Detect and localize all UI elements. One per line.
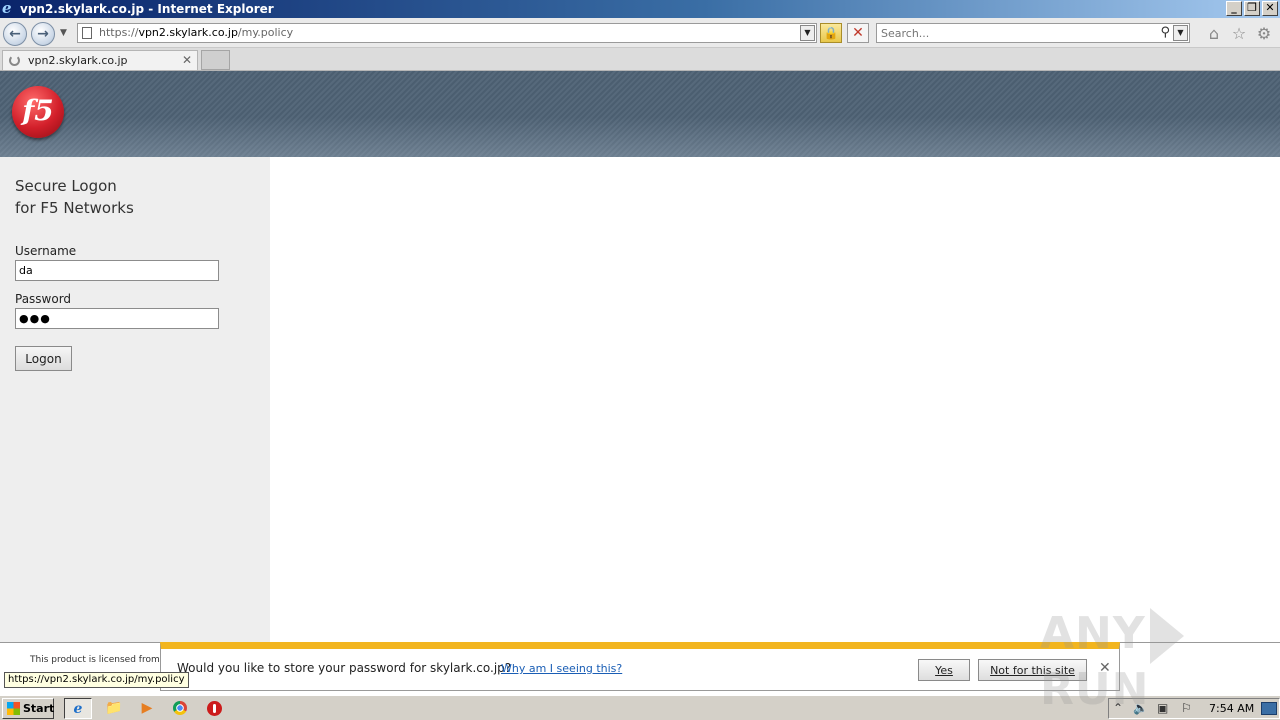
gear-icon[interactable]: ⚙ bbox=[1255, 25, 1273, 43]
f5-logo: f5 bbox=[12, 86, 64, 138]
favorites-star-icon[interactable]: ☆ bbox=[1230, 25, 1248, 43]
close-tab-icon[interactable]: ✕ bbox=[182, 53, 192, 67]
play-icon bbox=[1149, 608, 1184, 664]
status-url-tooltip: https://vpn2.skylark.co.jp/my.policy bbox=[4, 672, 189, 688]
search-input[interactable] bbox=[881, 26, 1151, 40]
address-bar[interactable]: https://vpn2.skylark.co.jp/my.policy ▼ bbox=[77, 23, 817, 43]
minimize-button[interactable]: _ bbox=[1226, 1, 1242, 16]
loading-spinner-icon bbox=[9, 55, 20, 66]
search-icon[interactable]: ⚲ bbox=[1160, 25, 1170, 40]
tab-row: vpn2.skylark.co.jp ✕ bbox=[0, 48, 1280, 71]
tab-vpn2[interactable]: vpn2.skylark.co.jp ✕ bbox=[2, 50, 198, 70]
anyrun-watermark: ANYRUN bbox=[1040, 608, 1280, 715]
page-icon bbox=[82, 27, 92, 39]
username-field[interactable] bbox=[15, 260, 219, 281]
taskbar-ie-icon[interactable]: e bbox=[64, 698, 92, 719]
search-dropdown-icon[interactable]: ▼ bbox=[1173, 25, 1188, 41]
address-dropdown-icon[interactable]: ▼ bbox=[800, 25, 815, 41]
stop-icon[interactable]: ✕ bbox=[847, 23, 869, 43]
main-content-area bbox=[270, 157, 1280, 642]
window-title-bar: e vpn2.skylark.co.jp - Internet Explorer… bbox=[0, 0, 1280, 18]
taskbar-opera-icon[interactable] bbox=[200, 698, 228, 719]
navigation-bar: ← → ▼ https://vpn2.skylark.co.jp/my.poli… bbox=[0, 18, 1280, 48]
save-password-notification: Would you like to store your password fo… bbox=[160, 642, 1120, 691]
close-window-button[interactable]: ✕ bbox=[1262, 1, 1278, 16]
taskbar-chrome-icon[interactable] bbox=[166, 698, 194, 719]
taskbar-folder-icon[interactable]: 📁 bbox=[100, 698, 128, 719]
windows-logo-icon bbox=[7, 702, 20, 715]
why-seeing-this-link[interactable]: Why am I seeing this? bbox=[501, 662, 622, 675]
history-dropdown-icon[interactable]: ▼ bbox=[60, 28, 67, 38]
logon-panel: Secure Logon for F5 Networks Username Pa… bbox=[0, 157, 270, 642]
password-field[interactable] bbox=[15, 308, 219, 329]
password-label: Password bbox=[15, 292, 72, 306]
taskbar-media-player-icon[interactable]: ▶ bbox=[133, 698, 161, 719]
notification-message: Would you like to store your password fo… bbox=[177, 661, 512, 675]
security-lock-icon[interactable]: 🔒 bbox=[820, 23, 842, 43]
home-icon[interactable]: ⌂ bbox=[1205, 25, 1223, 43]
username-label: Username bbox=[15, 244, 77, 258]
start-button[interactable]: Start bbox=[2, 698, 54, 719]
forward-button[interactable]: → bbox=[31, 22, 55, 46]
f5-header-banner: f5 bbox=[0, 71, 1280, 157]
back-button[interactable]: ← bbox=[3, 22, 27, 46]
internet-explorer-icon: e bbox=[2, 0, 12, 17]
yes-button[interactable]: Yes bbox=[918, 659, 970, 681]
window-title: vpn2.skylark.co.jp - Internet Explorer bbox=[20, 2, 274, 16]
search-box[interactable]: ⚲ ▼ bbox=[876, 23, 1190, 43]
address-url[interactable]: https://vpn2.skylark.co.jp/my.policy bbox=[99, 26, 293, 39]
page-title: Secure Logon for F5 Networks bbox=[15, 177, 134, 217]
restore-button[interactable]: ❐ bbox=[1244, 1, 1260, 16]
logon-button[interactable]: Logon bbox=[15, 346, 72, 371]
new-tab-button[interactable] bbox=[201, 50, 230, 70]
tab-label: vpn2.skylark.co.jp bbox=[28, 54, 128, 67]
license-text: This product is licensed from bbox=[30, 655, 160, 665]
